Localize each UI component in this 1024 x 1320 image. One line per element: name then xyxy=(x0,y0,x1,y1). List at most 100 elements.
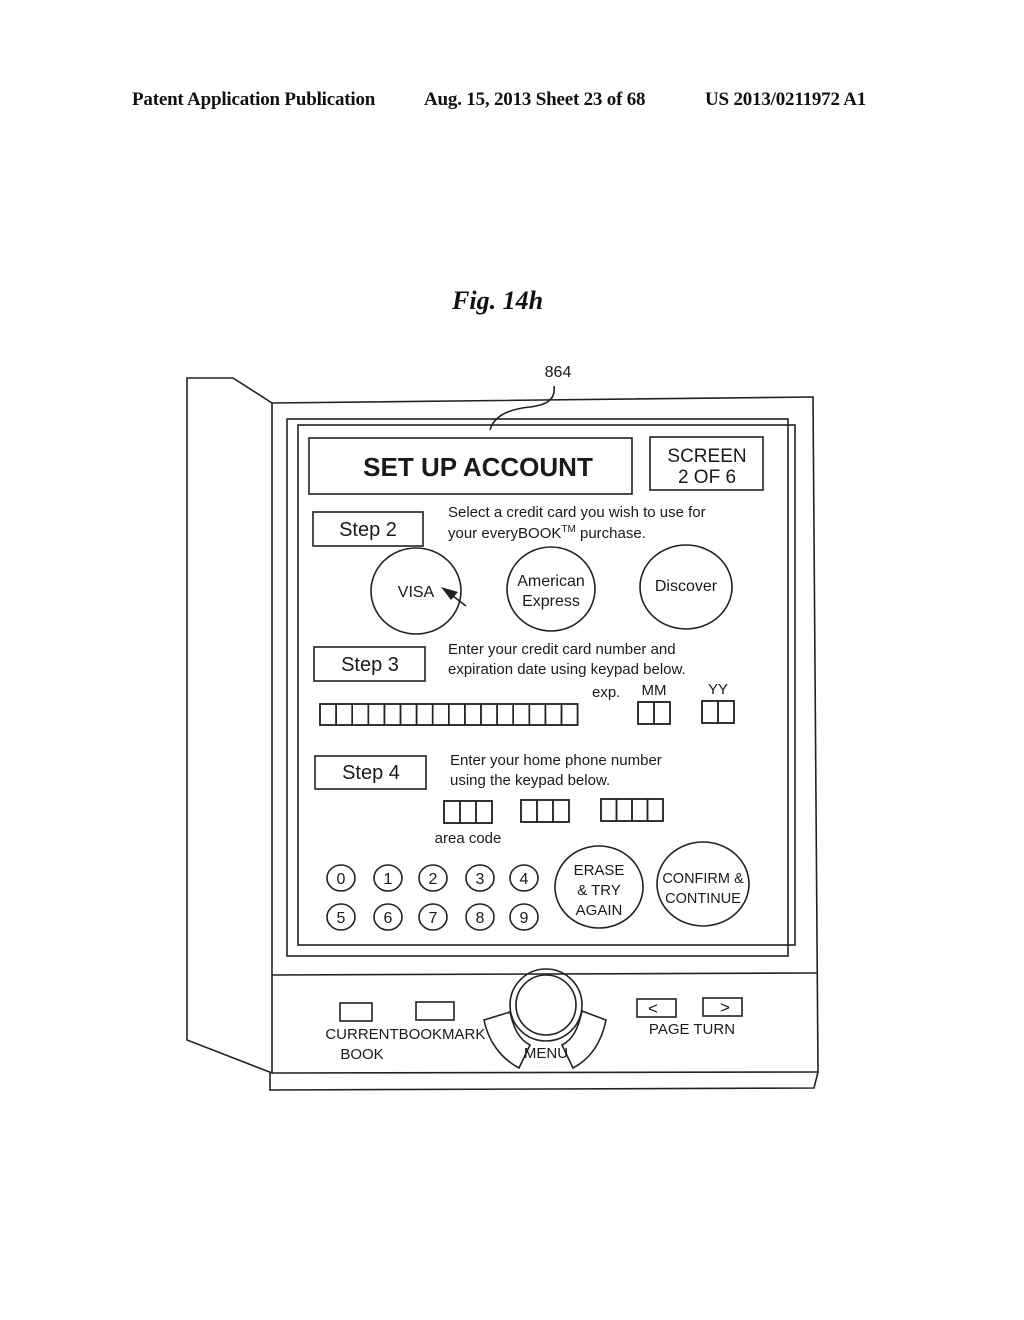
keypad-key-label: 1 xyxy=(384,871,393,888)
card-label-amex-line1: American xyxy=(517,573,585,590)
screen-indicator-line1: SCREEN xyxy=(667,446,746,467)
card-number-field[interactable] xyxy=(319,703,579,726)
screen-title: SET UP ACCOUNT xyxy=(363,452,593,482)
erase-line3: AGAIN xyxy=(576,902,623,919)
current-book-line2: BOOK xyxy=(340,1046,383,1063)
card-label-visa: VISA xyxy=(398,584,435,601)
digit-box[interactable] xyxy=(443,800,461,824)
step2-section: Step 2 Select a credit card you wish to … xyxy=(312,504,706,547)
digit-box[interactable] xyxy=(496,703,515,726)
digit-box[interactable] xyxy=(701,700,719,724)
digit-box[interactable] xyxy=(600,798,618,822)
current-book-line1: CURRENT xyxy=(325,1026,398,1043)
digit-box[interactable] xyxy=(512,703,531,726)
expiration-year-field[interactable] xyxy=(701,700,735,724)
keypad-key-6[interactable]: 6 xyxy=(373,903,403,931)
confirm-line1: CONFIRM & xyxy=(662,871,744,887)
keypad-key-label: 9 xyxy=(520,910,529,927)
keypad-key-2[interactable]: 2 xyxy=(418,864,448,892)
mm-label: MM xyxy=(642,682,667,699)
keypad-key-9[interactable]: 9 xyxy=(509,903,539,931)
bookmark-label: BOOKMARK xyxy=(399,1026,486,1043)
keypad-key-8[interactable]: 8 xyxy=(465,903,495,931)
numeric-keypad: 0 1 2 3 4 5 6 7 8 9 xyxy=(326,864,539,931)
digit-box[interactable] xyxy=(475,800,493,824)
digit-box[interactable] xyxy=(653,701,671,725)
chevron-left-icon: < xyxy=(648,999,658,1018)
keypad-key-5[interactable]: 5 xyxy=(326,903,356,931)
step4-instruction-line1: Enter your home phone number xyxy=(450,752,662,769)
page-turn-next-button[interactable]: > xyxy=(702,997,743,1017)
step3-instruction-line1: Enter your credit card number and xyxy=(448,641,676,658)
keypad-key-label: 3 xyxy=(476,871,485,888)
card-option-american-express[interactable]: American Express xyxy=(506,546,596,632)
cursor-arrow-icon xyxy=(441,587,467,607)
digit-box[interactable] xyxy=(335,703,354,726)
digit-box[interactable] xyxy=(615,798,633,822)
device-cover xyxy=(186,377,273,1075)
confirm-continue-button[interactable]: CONFIRM & CONTINUE xyxy=(656,841,750,927)
screen-indicator: SCREEN 2 OF 6 xyxy=(649,436,764,491)
step2-instruction-line2: your everyBOOKTM purchase. xyxy=(448,524,646,542)
digit-box[interactable] xyxy=(637,701,655,725)
card-label-discover: Discover xyxy=(655,578,718,595)
keypad-key-4[interactable]: 4 xyxy=(509,864,539,892)
digit-box[interactable] xyxy=(415,703,434,726)
device-body xyxy=(269,396,819,1091)
menu-dial-inner xyxy=(515,974,577,1036)
digit-box[interactable] xyxy=(399,703,418,726)
menu-dial[interactable]: MENU xyxy=(483,968,607,1070)
current-book-button[interactable]: CURRENT BOOK xyxy=(325,1002,399,1063)
menu-dial-outer xyxy=(509,968,583,1042)
step2-label: Step 2 xyxy=(339,519,397,541)
expiration-month-field[interactable] xyxy=(637,701,671,725)
keypad-key-label: 6 xyxy=(384,910,393,927)
digit-box[interactable] xyxy=(552,799,570,823)
card-label-amex-line2: Express xyxy=(522,593,580,610)
digit-box[interactable] xyxy=(459,800,477,824)
digit-box[interactable] xyxy=(319,703,337,726)
digit-box[interactable] xyxy=(383,703,402,726)
keypad-key-3[interactable]: 3 xyxy=(465,864,495,892)
keypad-key-label: 0 xyxy=(337,871,346,888)
digit-box[interactable] xyxy=(447,703,466,726)
digit-box[interactable] xyxy=(480,703,498,726)
digit-box[interactable] xyxy=(536,799,554,823)
keypad-key-label: 4 xyxy=(520,871,529,888)
card-option-discover[interactable]: Discover xyxy=(639,544,733,630)
digit-box[interactable] xyxy=(367,703,386,726)
digit-box[interactable] xyxy=(464,703,482,726)
digit-box[interactable] xyxy=(560,703,579,726)
menu-label: MENU xyxy=(524,1045,568,1062)
digit-box[interactable] xyxy=(528,703,547,726)
step3-label: Step 3 xyxy=(341,654,399,676)
page-turn-prev-button[interactable]: < xyxy=(636,998,677,1018)
yy-label: YY xyxy=(708,681,728,698)
digit-box[interactable] xyxy=(717,700,735,724)
exp-label: exp. xyxy=(592,684,620,701)
step4-label: Step 4 xyxy=(342,762,400,784)
phone-line-number-field[interactable] xyxy=(600,798,664,822)
keypad-key-label: 8 xyxy=(476,910,485,927)
page-turn-label: PAGE TURN xyxy=(649,1021,735,1038)
phone-prefix-field[interactable] xyxy=(520,799,570,823)
step3-instruction-line2: expiration date using keypad below. xyxy=(448,661,686,678)
keypad-key-1[interactable]: 1 xyxy=(373,864,403,892)
digit-box[interactable] xyxy=(351,703,370,726)
chevron-right-icon: > xyxy=(720,998,730,1017)
digit-box[interactable] xyxy=(431,703,450,726)
keypad-key-7[interactable]: 7 xyxy=(418,903,448,931)
keypad-key-label: 2 xyxy=(429,871,438,888)
digit-box[interactable] xyxy=(544,703,563,726)
reference-leader-line xyxy=(489,385,555,431)
digit-box[interactable] xyxy=(646,798,664,822)
menu-right-rocker[interactable] xyxy=(560,1009,607,1070)
bookmark-button[interactable]: BOOKMARK xyxy=(399,1001,486,1043)
erase-try-again-button[interactable]: ERASE & TRY AGAIN xyxy=(554,845,644,929)
step3-section: Step 3 Enter your credit card number and… xyxy=(313,641,728,701)
digit-box[interactable] xyxy=(631,798,649,822)
screen-indicator-line2: 2 OF 6 xyxy=(678,467,736,488)
phone-area-code-field[interactable] xyxy=(443,800,493,824)
digit-box[interactable] xyxy=(520,799,538,823)
keypad-key-0[interactable]: 0 xyxy=(326,864,356,892)
